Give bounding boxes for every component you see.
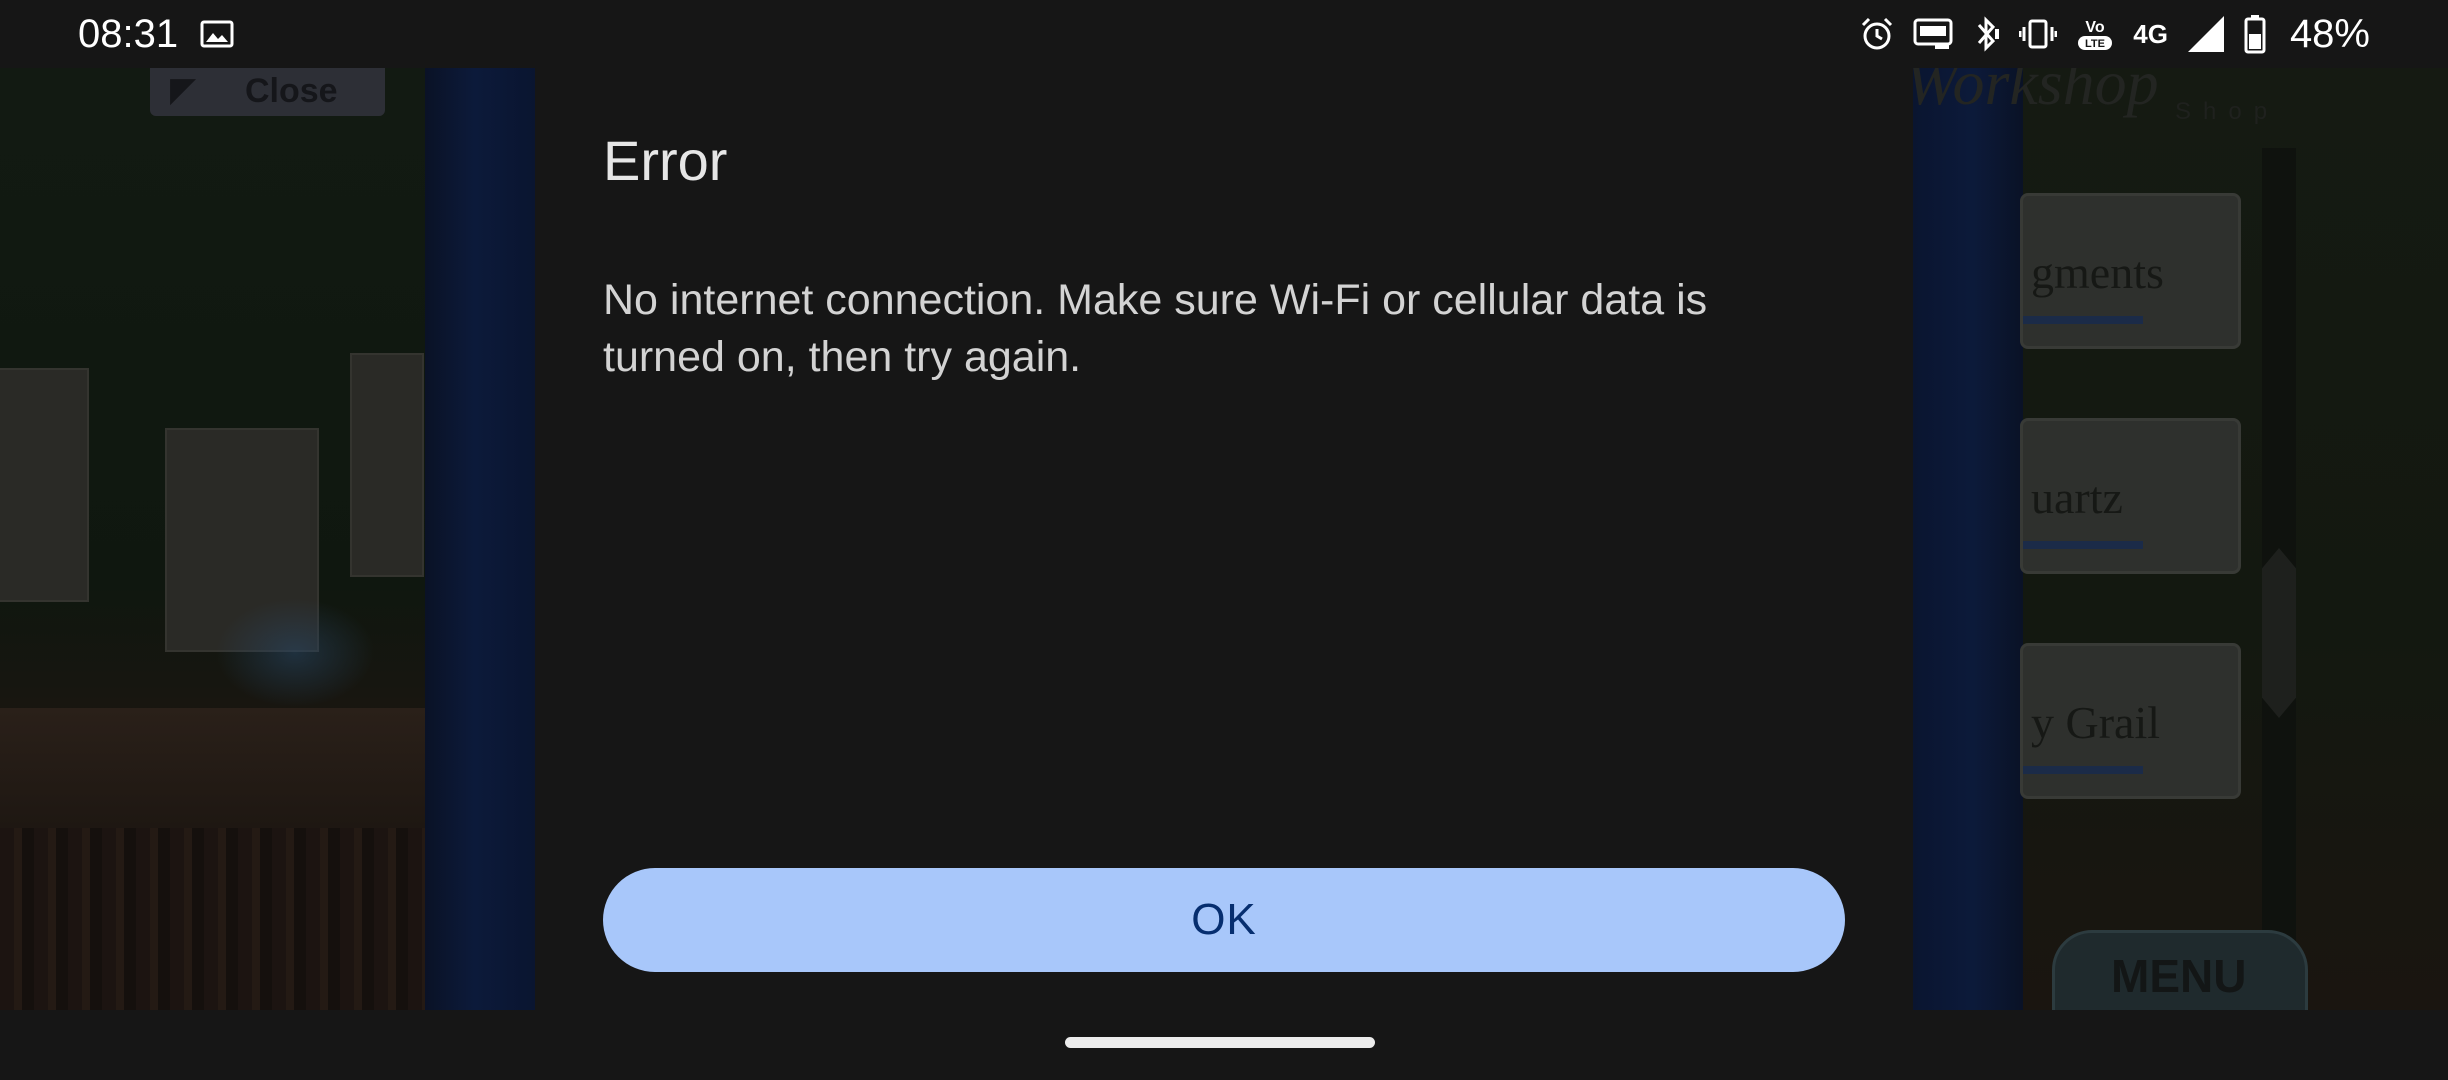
shop-subtitle: Shop [2175, 98, 2280, 125]
vibrate-icon [2019, 19, 2058, 49]
shop-item-label: gments [2031, 247, 2164, 298]
signal-icon [2187, 16, 2224, 52]
dialog-title: Error [603, 129, 728, 192]
wall-paper [350, 353, 424, 577]
svg-text:LTE: LTE [2085, 38, 2105, 50]
battery-percentage: 48% [2289, 11, 2370, 56]
bookshelf [0, 828, 425, 1010]
shop-item-card: uartz [2020, 418, 2241, 574]
shop-item-card: gments [2020, 193, 2241, 349]
auto-hz-icon [1913, 18, 1953, 49]
lamp-glow [215, 598, 375, 708]
network-type-label: 4G [2133, 19, 2168, 49]
status-clock: 08:31 [78, 12, 179, 56]
shop-item-label: uartz [2031, 472, 2123, 523]
close-tab: ◤ Close [150, 68, 385, 116]
shop-item-bar [2023, 541, 2143, 549]
bluetooth-icon [1978, 16, 2000, 52]
menu-button: MENU [2052, 930, 2308, 1010]
ok-button[interactable]: OK [603, 868, 1845, 972]
alarm-icon [1862, 17, 1893, 50]
battery-icon [2244, 15, 2266, 54]
right-wall-strip [1913, 68, 2023, 1010]
error-dialog: Error No internet connection. Make sure … [535, 0, 1913, 1010]
shop-item-card: y Grail [2020, 643, 2241, 799]
gallery-icon [200, 20, 234, 48]
close-label: Close [245, 72, 338, 110]
close-arrow-icon: ◤ [170, 71, 197, 109]
shop-item-label: y Grail [2031, 697, 2161, 748]
shop-title: Workshop [1905, 68, 2159, 118]
shop-item-bar [2023, 766, 2143, 774]
home-gesture-handle[interactable] [1065, 1037, 1375, 1048]
menu-label: MENU [2111, 950, 2247, 1002]
status-bar: 08:31 Vo LTE 4G 48% [0, 0, 2448, 68]
dialog-message: No internet connection. Make sure Wi-Fi … [603, 276, 1708, 381]
shop-item-bar [2023, 316, 2143, 324]
shop-scroll-thumb [2262, 548, 2296, 718]
svg-text:Vo: Vo [2086, 19, 2105, 36]
left-wall-strip [425, 68, 535, 1010]
desk [0, 708, 425, 828]
wall-paper [0, 368, 89, 602]
navigation-bar [0, 1010, 2448, 1080]
volte-icon: Vo LTE [2078, 19, 2113, 50]
status-icons: Vo LTE 4G 48% [1859, 10, 2370, 58]
